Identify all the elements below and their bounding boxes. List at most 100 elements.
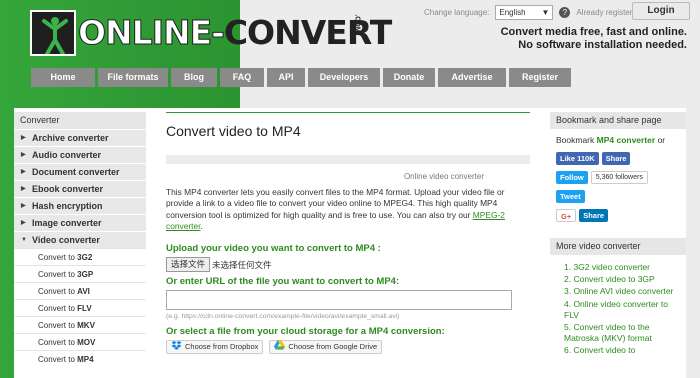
- section-label: Online video converter: [403, 172, 484, 181]
- google-drive-button[interactable]: Choose from Google Drive: [269, 340, 383, 355]
- logo-text-online: ONLINE-: [78, 13, 226, 53]
- subitem-format: FLV: [77, 304, 92, 313]
- tagline-line-2: No software installation needed.: [518, 39, 687, 51]
- subitem-format: MKV: [77, 321, 95, 330]
- more-converter-link[interactable]: 1. 3G2 video converter: [564, 262, 682, 273]
- sidebar-subitem-3gp[interactable]: Convert to 3GP: [14, 265, 146, 282]
- url-heading: Or enter URL of the file you want to con…: [166, 276, 400, 288]
- facebook-share-button[interactable]: Share: [601, 152, 631, 165]
- header: ONLINE-CONVERT .COM Change language: Eng…: [0, 0, 700, 88]
- choose-file-button[interactable]: 选择文件: [166, 257, 211, 273]
- triangle-right-icon: ▶: [21, 202, 26, 209]
- subitem-prefix: Convert to: [38, 304, 78, 313]
- subitem-format: 3G2: [77, 253, 93, 262]
- triangle-right-icon: ▶: [21, 134, 26, 141]
- twitter-follow-button[interactable]: Follow: [556, 171, 588, 184]
- sidebar-item-label: Hash encryption: [32, 200, 103, 211]
- subitem-prefix: Convert to: [38, 253, 78, 262]
- tweet-button[interactable]: Tweet: [556, 190, 585, 203]
- tagline: Convert media free, fast and online. No …: [501, 26, 687, 52]
- sidebar-item-label: Audio converter: [32, 149, 102, 160]
- sidebar-subitem-flv[interactable]: Convert to FLV: [14, 299, 146, 316]
- nav-tab-blog[interactable]: Blog: [171, 68, 217, 87]
- cloud-buttons: Choose from Dropbox Choose from Google D…: [166, 340, 530, 355]
- twitter-row: Follow 5,360 followers: [556, 171, 680, 184]
- title-divider: [166, 155, 530, 164]
- select-arrow-icon: ▼: [541, 8, 550, 17]
- file-status: 未选择任何文件: [212, 259, 272, 270]
- twitter-followers-count: 5,360 followers: [590, 171, 648, 184]
- url-input[interactable]: [166, 290, 512, 311]
- sidebar-item-ebook-converter[interactable]: ▶ Ebook converter: [14, 180, 146, 197]
- sidebar-subitem-avi[interactable]: Convert to AVI: [14, 282, 146, 299]
- google-drive-label: Choose from Google Drive: [288, 342, 378, 352]
- nav-tab-donate[interactable]: Donate: [383, 68, 435, 87]
- main-top-rule: [166, 112, 530, 113]
- nav-tab-register[interactable]: Register: [509, 68, 571, 87]
- tagline-line-1: Convert media free, fast and online.: [500, 26, 687, 38]
- file-upload-row: 选择文件 未选择任何文件: [166, 257, 530, 273]
- nav-tab-advertise[interactable]: Advertise: [438, 68, 506, 87]
- nav-tab-file-formats[interactable]: File formats: [98, 68, 168, 87]
- language-select[interactable]: English ▼: [495, 5, 554, 20]
- logo-com: .COM: [353, 14, 361, 33]
- bookmark-panel: Bookmark MP4 converter or Like 110K Shar…: [550, 129, 686, 222]
- bookmark-tail: or: [655, 135, 666, 145]
- google-drive-icon: [274, 340, 286, 354]
- subitem-format: AVI: [77, 287, 90, 296]
- subitem-format: 3GP: [77, 270, 94, 279]
- sidebar-subitem-3g2[interactable]: Convert to 3G2: [14, 248, 146, 265]
- sidebar-item-hash-encryption[interactable]: ▶ Hash encryption: [14, 197, 146, 214]
- main-content: Convert video to MP4 Online video conver…: [166, 112, 530, 355]
- nav-tab-faq[interactable]: FAQ: [220, 68, 264, 87]
- subitem-prefix: Convert to: [38, 355, 78, 364]
- subitem-prefix: Convert to: [38, 287, 78, 296]
- nav-tab-developers[interactable]: Developers: [308, 68, 380, 87]
- triangle-right-icon: ▶: [21, 151, 26, 158]
- more-converter-link[interactable]: 6. Convert video to: [564, 345, 682, 356]
- sidebar-subitem-mkv[interactable]: Convert to MKV: [14, 316, 146, 333]
- login-button[interactable]: Login: [632, 2, 690, 20]
- more-converter-link[interactable]: 2. Convert video to 3GP: [564, 274, 682, 285]
- triangle-right-icon: ▶: [21, 168, 26, 175]
- triangle-right-icon: ▶: [21, 185, 26, 192]
- page-title: Convert video to MP4: [166, 123, 301, 139]
- more-converter-link[interactable]: 4. Online video converter to FLV: [564, 299, 682, 321]
- more-converters-heading: More video converter: [550, 238, 686, 255]
- bookmark-prefix: Bookmark: [556, 135, 597, 145]
- tweet-row: Tweet: [556, 190, 680, 203]
- subitem-format: MP4: [77, 355, 94, 364]
- subitem-format: MOV: [77, 338, 96, 347]
- sidebar-item-label: Image converter: [32, 217, 102, 228]
- site-logo[interactable]: ONLINE-CONVERT: [30, 8, 392, 58]
- triangle-down-icon: ▼: [21, 236, 27, 243]
- sidebar-item-archive-converter[interactable]: ▶ Archive converter: [14, 129, 146, 146]
- bookmark-link[interactable]: MP4 converter: [597, 135, 656, 145]
- help-icon[interactable]: ?: [559, 7, 571, 18]
- description-end: .: [200, 220, 203, 231]
- linkedin-share-button[interactable]: Share: [579, 209, 609, 222]
- more-converters-list: 1. 3G2 video converter 2. Convert video t…: [550, 255, 686, 357]
- sidebar-item-label: Ebook converter: [32, 183, 104, 194]
- more-converter-link[interactable]: 5. Convert video to the Matroska (MKV) f…: [564, 322, 682, 344]
- converter-sidebar: Converter ▶ Archive converter ▶ Audio conve…: [14, 112, 146, 367]
- sidebar-subitem-mov[interactable]: Convert to MOV: [14, 333, 146, 350]
- bookmark-text: Bookmark MP4 converter or: [556, 135, 680, 146]
- nav-tab-home[interactable]: Home: [31, 68, 95, 87]
- sidebar-item-audio-converter[interactable]: ▶ Audio converter: [14, 146, 146, 163]
- sidebar-item-video-converter[interactable]: ▼ Video converter: [14, 231, 146, 248]
- more-converter-link[interactable]: 3. Online AVI video converter: [564, 286, 682, 297]
- sidebar-item-document-converter[interactable]: ▶ Document converter: [14, 163, 146, 180]
- subitem-prefix: Convert to: [38, 338, 78, 347]
- cloud-heading: Or select a file from your cloud storage…: [166, 326, 445, 338]
- sidebar-item-image-converter[interactable]: ▶ Image converter: [14, 214, 146, 231]
- google-plus-button[interactable]: G+: [556, 209, 577, 222]
- dropbox-button[interactable]: Choose from Dropbox: [166, 340, 264, 355]
- url-example-hint: (e.g. https://cdn.online-convert.com/exa…: [166, 313, 400, 321]
- sidebar-subitem-mp4[interactable]: Convert to MP4: [14, 350, 146, 367]
- sidebar-item-label: Video converter: [32, 234, 100, 245]
- upload-heading: Upload your video you want to convert to…: [166, 243, 381, 255]
- description-text: This MP4 converter lets you easily conve…: [166, 187, 505, 220]
- facebook-like-button[interactable]: Like 110K: [556, 152, 599, 165]
- nav-tab-api[interactable]: API: [267, 68, 305, 87]
